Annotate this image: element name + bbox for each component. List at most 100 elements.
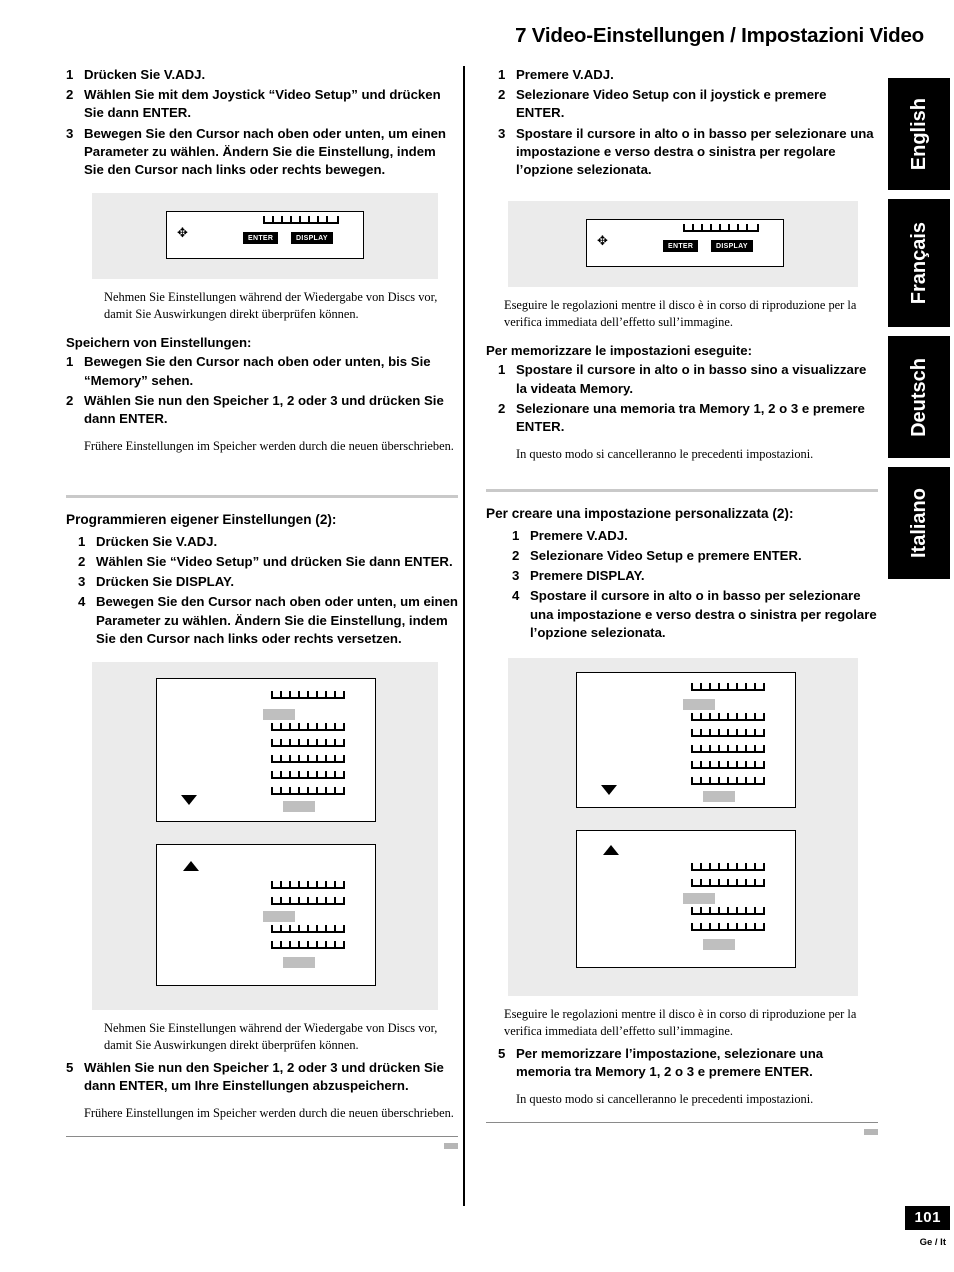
- language-tabs: English Français Deutsch Italiano: [888, 78, 950, 588]
- step-number: 3: [512, 568, 520, 584]
- step-number: 5: [498, 1046, 506, 1061]
- step-text: Wählen Sie “Video Setup” und drücken Sie…: [96, 553, 453, 569]
- figure-screen-2: [576, 830, 796, 968]
- scale-icon: [271, 787, 345, 799]
- list-item: 2 Wählen Sie mit dem Joystick “Video Setu…: [66, 86, 458, 122]
- step-number: 1: [498, 362, 506, 378]
- scale-icon: [271, 881, 345, 893]
- list-item: 4 Spostare il cursore in alto o in basso …: [512, 587, 878, 642]
- italian-section-head: Per creare una impostazione personalizza…: [486, 505, 794, 521]
- scale-icon: [271, 691, 345, 703]
- cursor-down-icon: [181, 795, 197, 805]
- scale-icon: [263, 216, 339, 228]
- enter-button-label[interactable]: ENTER: [663, 240, 699, 253]
- italian-steps-memory: 1 Spostare il cursore in alto o in basso …: [498, 361, 878, 436]
- language-tab-francais[interactable]: Français: [888, 199, 950, 327]
- value-bar: [683, 699, 715, 710]
- scale-icon: [271, 925, 345, 937]
- step-text: Wählen Sie nun den Speicher 1, 2 oder 3 …: [84, 392, 444, 426]
- list-item: 5 Wählen Sie nun den Speicher 1, 2 oder 3…: [66, 1059, 458, 1095]
- step-number: 1: [66, 354, 74, 370]
- step-text: Premere V.ADJ.: [530, 527, 628, 543]
- language-tab-label: Italiano: [907, 487, 930, 558]
- list-item: 1 Drücken Sie V.ADJ.: [78, 533, 458, 551]
- scale-icon: [271, 755, 345, 767]
- step-text: Selezionare una memoria tra Memory 1, 2 …: [516, 400, 865, 434]
- step-text: Spostare il cursore in alto o in basso p…: [530, 588, 877, 640]
- language-tab-english[interactable]: English: [888, 78, 950, 190]
- figure-screen-1: [156, 678, 376, 822]
- value-bar: [683, 893, 715, 904]
- scale-icon: [271, 739, 345, 751]
- footer-divider: [486, 1121, 878, 1123]
- display-button-label[interactable]: DISPLAY: [711, 240, 753, 253]
- value-bar: [263, 911, 295, 922]
- value-bar: [703, 791, 735, 802]
- list-item: 2 Wählen Sie nun den Speicher 1, 2 oder 3…: [66, 392, 458, 428]
- scale-icon: [271, 771, 345, 783]
- step-number: 4: [512, 588, 520, 604]
- page-number: 101: [905, 1206, 950, 1230]
- column-divider: [463, 66, 465, 1206]
- step-text: Bewegen Sie den Cursor nach oben oder un…: [84, 354, 431, 388]
- figure-screen: ✥ ENTER DISPLAY: [586, 219, 784, 268]
- list-item: 2 Selezionare una memoria tra Memory 1, 2…: [498, 400, 878, 436]
- german-column: 1 Drücken Sie V.ADJ. 2 Wählen Sie mit dem …: [66, 66, 458, 1149]
- step-text: Selezionare Video Setup con il joystick …: [516, 87, 827, 121]
- figure-screen-1: [576, 672, 796, 808]
- value-bar: [703, 939, 735, 950]
- step-number: 1: [66, 67, 74, 82]
- list-item: 2 Selezionare Video Setup con il joystick…: [498, 86, 878, 122]
- figure-screen-2: [156, 844, 376, 986]
- step-text: Premere DISPLAY.: [530, 568, 645, 584]
- footer-divider: [66, 1135, 458, 1137]
- list-item: 1 Premere V.ADJ.: [512, 527, 878, 545]
- manual-page: 7 Video-Einstellungen / Impostazioni Vid…: [0, 0, 954, 1272]
- scale-icon: [691, 745, 765, 757]
- german-steps-top: 1 Drücken Sie V.ADJ. 2 Wählen Sie mit dem …: [66, 66, 458, 179]
- list-item: 4 Bewegen Sie den Cursor nach oben oder u…: [78, 593, 458, 648]
- italian-osd-figure: [508, 658, 858, 996]
- step-number: 2: [78, 553, 86, 569]
- step-text: Drücken Sie V.ADJ.: [96, 533, 218, 549]
- list-item: 1 Bewegen Sie den Cursor nach oben oder u…: [66, 353, 458, 389]
- list-item: 3 Premere DISPLAY.: [512, 567, 878, 585]
- list-item: 2 Wählen Sie “Video Setup” und drücken Si…: [78, 553, 458, 571]
- step-number: 3: [498, 125, 506, 141]
- list-item: 3 Drücken Sie DISPLAY.: [78, 573, 458, 591]
- scale-icon: [691, 863, 765, 875]
- language-tab-label: English: [907, 97, 930, 171]
- step-text: Drücken Sie DISPLAY.: [96, 574, 235, 590]
- language-tab-italiano[interactable]: Italiano: [888, 467, 950, 579]
- step-text: Drücken Sie V.ADJ.: [84, 67, 206, 82]
- scale-icon: [271, 941, 345, 953]
- value-bar: [283, 957, 315, 968]
- italian-steps-top: 1 Premere V.ADJ. 2 Selezionare Video Setup…: [498, 66, 878, 179]
- language-tab-deutsch[interactable]: Deutsch: [888, 336, 950, 458]
- enter-button-label[interactable]: ENTER: [243, 232, 279, 245]
- scale-icon: [691, 713, 765, 725]
- german-step-5: 5 Wählen Sie nun den Speicher 1, 2 oder 3…: [66, 1059, 458, 1095]
- italian-memory-subhead: Per memorizzare le impostazioni eseguite…: [486, 343, 753, 359]
- joystick-icon: ✥: [597, 233, 608, 249]
- german-steps-memory: 1 Bewegen Sie den Cursor nach oben oder u…: [66, 353, 458, 428]
- step-number: 2: [66, 392, 74, 408]
- step-text: Wählen Sie mit dem Joystick “Video Setup…: [84, 87, 441, 121]
- step-number: 1: [78, 533, 86, 549]
- italian-note-3: Eseguire le regolazioni mentre il disco …: [504, 1007, 857, 1038]
- language-tab-label: Français: [907, 221, 930, 305]
- scale-icon: [271, 897, 345, 909]
- display-button-label[interactable]: DISPLAY: [291, 232, 333, 245]
- step-text: Spostare il cursore in alto o in basso p…: [516, 125, 874, 178]
- step-number: 2: [66, 87, 74, 103]
- german-note-1: Nehmen Sie Einstellungen während der Wie…: [104, 290, 438, 321]
- step-text: Bewegen Sie den Cursor nach oben oder un…: [84, 125, 446, 178]
- german-note-2: Frühere Einstellungen im Speicher werden…: [84, 439, 454, 454]
- list-item: 1 Drücken Sie V.ADJ.: [66, 66, 458, 84]
- section-divider: [66, 494, 458, 498]
- scale-icon: [691, 761, 765, 773]
- german-steps-custom: 1 Drücken Sie V.ADJ. 2 Wählen Sie “Video S…: [78, 533, 458, 648]
- step-text: Wählen Sie nun den Speicher 1, 2 oder 3 …: [84, 1060, 444, 1094]
- step-text: Selezionare Video Setup e premere ENTER.: [530, 547, 802, 563]
- german-note-4: Frühere Einstellungen im Speicher werden…: [84, 1106, 454, 1121]
